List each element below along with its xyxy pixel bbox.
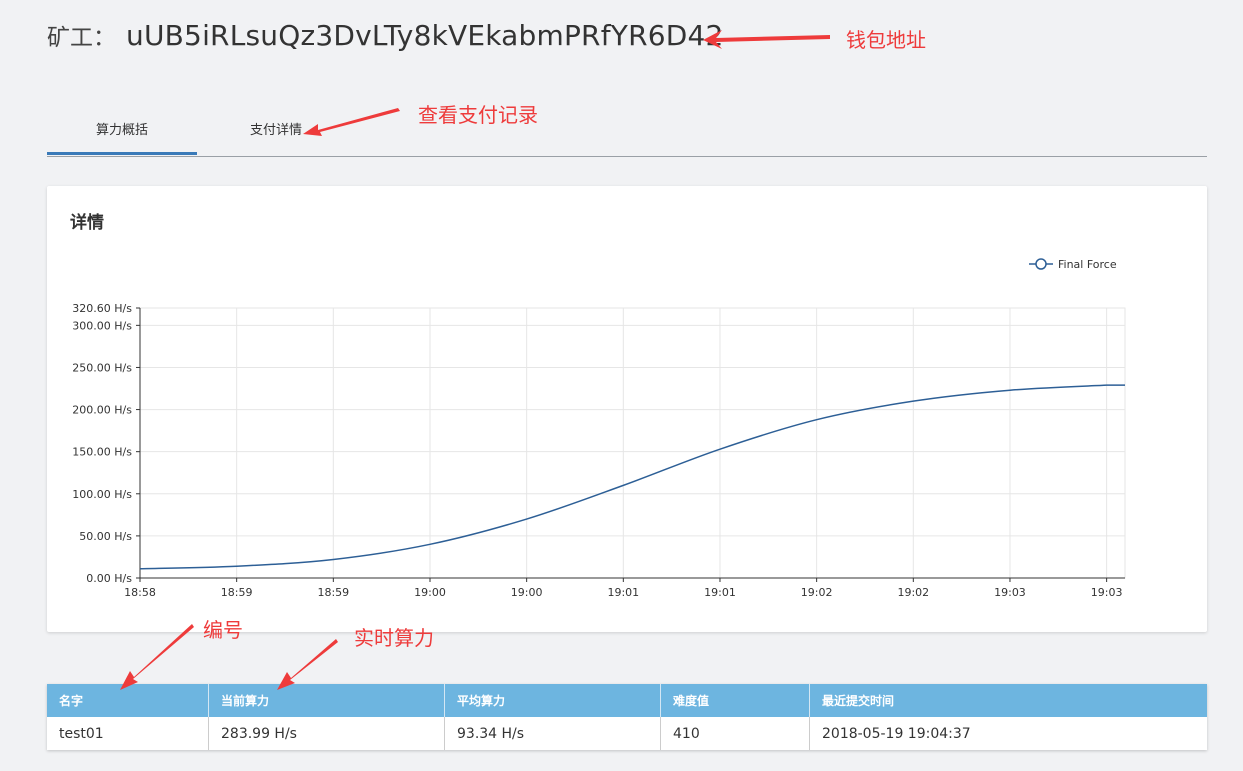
miner-title: 矿工： uUB5iRLsuQz3DvLTy8kVEkabmPRfYR6D42 [47, 18, 724, 58]
legend-label: Final Force [1058, 258, 1117, 271]
cell-difficulty: 410 [660, 717, 810, 750]
annotation-payment: 查看支付记录 [418, 103, 538, 127]
y-tick-label: 100.00 H/s [72, 488, 132, 501]
miner-label: 矿工： [47, 25, 116, 51]
y-tick-label: 50.00 H/s [79, 530, 132, 543]
x-tick-label: 18:59 [317, 586, 349, 599]
x-tick-label: 18:58 [124, 586, 156, 599]
table-row: test01 283.99 H/s 93.34 H/s 410 2018-05-… [47, 717, 1207, 750]
miner-table: 名字 当前算力 平均算力 难度值 最近提交时间 test01 283.99 H/… [47, 684, 1207, 750]
y-tick-label: 320.60 H/s [72, 302, 132, 315]
x-tick-label: 19:01 [607, 586, 639, 599]
cell-average-hashrate: 93.34 H/s [444, 717, 661, 750]
x-tick-label: 19:01 [704, 586, 736, 599]
x-tick-label: 19:00 [511, 586, 543, 599]
x-tick-label: 19:02 [801, 586, 833, 599]
y-tick-label: 150.00 H/s [72, 446, 132, 459]
col-current-hashrate-header[interactable]: 当前算力 [208, 684, 445, 717]
annotation-realtime: 实时算力 [354, 626, 434, 650]
x-tick-label: 19:02 [897, 586, 929, 599]
tab-payment-details[interactable]: 支付详情 [232, 108, 320, 154]
number-arrow [120, 624, 194, 690]
cell-current-hashrate: 283.99 H/s [208, 717, 445, 750]
annotation-wallet: 钱包地址 [846, 28, 926, 52]
x-tick-label: 19:03 [1091, 586, 1123, 599]
x-tick-label: 19:03 [994, 586, 1026, 599]
realtime-arrow [277, 639, 338, 690]
hashrate-chart: 0.00 H/s 50.00 H/s 100.00 H/s 150.00 H/s 200… [72, 258, 1126, 599]
col-difficulty-header[interactable]: 难度值 [660, 684, 810, 717]
tab-hashrate-overview[interactable]: 算力概括 [47, 108, 197, 155]
cell-name: test01 [47, 717, 209, 750]
y-tick-label: 250.00 H/s [72, 361, 132, 374]
wallet-address: uUB5iRLsuQz3DvLTy8kVEkabmPRfYR6D42 [126, 19, 724, 52]
y-tick-label: 200.00 H/s [72, 404, 132, 417]
series-line [139, 384, 1125, 570]
x-tick-label: 19:00 [414, 586, 446, 599]
table-header-row: 名字 当前算力 平均算力 难度值 最近提交时间 [47, 684, 1207, 717]
col-average-hashrate-header[interactable]: 平均算力 [444, 684, 661, 717]
col-last-submit-header[interactable]: 最近提交时间 [809, 684, 1207, 717]
cell-last-submit: 2018-05-19 19:04:37 [822, 725, 971, 742]
details-card: 详情 0.00 H/s 50.00 H/s 100.00 H/s 150.00 H/s… [47, 186, 1207, 632]
y-tick-label: 0.00 H/s [86, 572, 132, 585]
tab-bar: 算力概括 支付详情 [47, 108, 1207, 157]
plot-area [139, 307, 1126, 579]
x-tick-label: 18:59 [221, 586, 253, 599]
y-tick-label: 300.00 H/s [72, 319, 132, 332]
legend-marker-icon [1035, 258, 1047, 270]
annotation-number: 编号 [203, 618, 243, 642]
col-name-header[interactable]: 名字 [47, 684, 209, 717]
